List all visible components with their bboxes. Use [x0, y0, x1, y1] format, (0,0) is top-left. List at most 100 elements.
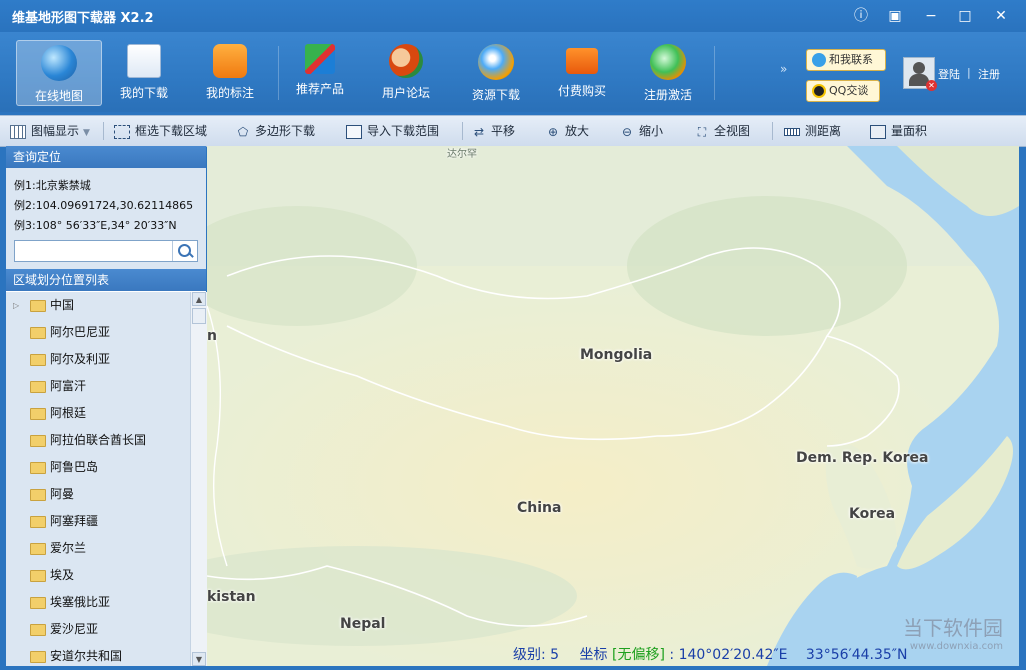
query-example-2: 例2:104.09691724,30.62114865: [14, 199, 194, 212]
avatar-head: [913, 62, 925, 74]
measure-area-button[interactable]: 量面积: [870, 122, 927, 140]
box-select-button[interactable]: 框选下载区域: [114, 122, 207, 140]
cart-icon: [566, 48, 598, 74]
map-view[interactable]: Mongolia China Dem. Rep. Korea Korea Nep…: [207, 146, 1019, 666]
measure-distance-button[interactable]: 测距离: [784, 122, 841, 140]
import-range-button[interactable]: 导入下载范围: [346, 122, 439, 140]
dropdown-arrow-icon: ▼: [83, 128, 90, 138]
tree-item[interactable]: 爱尔兰: [6, 535, 190, 562]
tree-item[interactable]: ▷ 中国: [6, 292, 190, 319]
title-bar: 维基地形图下载器 X2.2 ⓘ ▣ − □ ✕: [0, 0, 1026, 32]
polygon-download-label: 多边形下载: [255, 124, 316, 138]
resource-download-button[interactable]: 资源下载: [454, 40, 538, 104]
map-label-road: 达尔罕: [447, 149, 477, 160]
tree-item[interactable]: 埃及: [6, 562, 190, 589]
tree-item[interactable]: 阿富汗: [6, 373, 190, 400]
register-link[interactable]: 注册: [978, 66, 1000, 82]
my-downloads-button[interactable]: 我的下载: [102, 40, 186, 104]
tree-item-label: 爱尔兰: [50, 541, 87, 555]
my-markers-label: 我的标注: [205, 86, 254, 100]
minimize-button[interactable]: −: [920, 6, 942, 26]
more-chevron-icon[interactable]: »: [780, 62, 787, 76]
purchase-button[interactable]: 付费购买: [540, 40, 624, 104]
account-divider: |: [967, 66, 971, 79]
lock-globe-icon: [650, 44, 686, 80]
tree-item[interactable]: 爱沙尼亚: [6, 616, 190, 643]
user-forum-button[interactable]: 用户论坛: [364, 40, 448, 104]
tree-item[interactable]: 埃塞俄比亚: [6, 589, 190, 616]
tree-item[interactable]: 阿根廷: [6, 400, 190, 427]
qq-chat-label: QQ交谈: [829, 84, 869, 97]
tree-scrollbar[interactable]: ▲ ▼: [190, 292, 207, 666]
level-label: 级别:: [513, 647, 546, 663]
qq-chat-button[interactable]: QQ交谈: [806, 80, 880, 102]
login-link[interactable]: 登陆: [938, 66, 960, 82]
online-map-label: 在线地图: [34, 89, 83, 103]
skin-icon[interactable]: ▣: [884, 6, 906, 26]
scroll-up-arrow-icon[interactable]: ▲: [192, 292, 206, 306]
pan-button[interactable]: ⇄ 平移: [472, 122, 515, 140]
watermark-text: 当下软件园: [903, 616, 1003, 640]
close-button[interactable]: ✕: [990, 6, 1012, 26]
tree-item[interactable]: 安道尔共和国: [6, 643, 190, 666]
tree-item-label: 爱沙尼亚: [50, 622, 99, 636]
green-area: [627, 196, 907, 336]
ruler-icon: [784, 127, 800, 136]
my-markers-button[interactable]: 我的标注: [188, 40, 272, 104]
tree-item-label: 阿鲁巴岛: [50, 460, 99, 474]
tree-item-label: 埃塞俄比亚: [50, 595, 111, 609]
search-button[interactable]: [172, 241, 197, 261]
download-list-icon: [127, 44, 161, 78]
offline-badge-icon: ✕: [926, 80, 937, 91]
zoom-in-icon: ⊕: [547, 124, 559, 139]
search-icon-handle: [188, 252, 194, 258]
toolbar-divider: [462, 122, 463, 140]
avatar[interactable]: ✕: [903, 57, 937, 91]
polygon-download-button[interactable]: ⬠ 多边形下载: [236, 122, 315, 140]
tree-item[interactable]: 阿尔及利亚: [6, 346, 190, 373]
zoom-in-button[interactable]: ⊕ 放大: [546, 122, 589, 140]
map-tools-toolbar: 图幅显示 ▼ 框选下载区域 ⬠ 多边形下载 导入下载范围 ⇄ 平移 ⊕ 放大 ⊖ 缩小 ⛶…: [0, 115, 1026, 147]
toolbar-divider: [103, 122, 104, 140]
zoom-out-button[interactable]: ⊖ 缩小: [620, 122, 663, 140]
toolbar-divider: [772, 122, 773, 140]
folder-icon: [30, 597, 46, 609]
map-canvas: [207, 146, 1019, 666]
contact-icon: [812, 53, 826, 67]
my-downloads-label: 我的下载: [119, 86, 168, 100]
watermark-url: www.downxia.com: [909, 641, 1003, 652]
folder-icon: [30, 462, 46, 474]
import-icon: [346, 124, 362, 139]
scroll-down-arrow-icon[interactable]: ▼: [192, 652, 206, 666]
user-forum-label: 用户论坛: [381, 86, 430, 100]
online-map-button[interactable]: 在线地图: [16, 40, 102, 106]
register-activate-button[interactable]: 注册激活: [626, 40, 710, 104]
zoom-in-label: 放大: [565, 124, 590, 138]
tree-item-label: 阿根廷: [50, 406, 87, 420]
full-view-label: 全视图: [714, 124, 751, 138]
tree-item[interactable]: 阿曼: [6, 481, 190, 508]
no-offset-label: [无偏移]: [612, 647, 665, 663]
tree-item[interactable]: 阿尔巴尼亚: [6, 319, 190, 346]
full-view-button[interactable]: ⛶ 全视图: [695, 122, 750, 140]
expand-arrow-icon[interactable]: ▷: [13, 292, 19, 319]
info-icon[interactable]: ⓘ: [850, 6, 872, 26]
recommended-products-label: 推荐产品: [295, 82, 344, 96]
tree-item[interactable]: 阿拉伯联合酋长国: [6, 427, 190, 454]
map-label-kistan: kistan: [207, 589, 256, 605]
sheet-display-dropdown[interactable]: 图幅显示 ▼: [10, 122, 90, 140]
map-label-dprk: Dem. Rep. Korea: [796, 450, 929, 466]
coord-label: 坐标: [579, 647, 608, 663]
tree-item[interactable]: 阿塞拜疆: [6, 508, 190, 535]
pan-label: 平移: [491, 124, 516, 138]
full-view-icon: ⛶: [697, 124, 707, 139]
query-example-3: 例3:108° 56′33″E,34° 20′33″N: [14, 219, 177, 232]
contact-button[interactable]: 和我联系: [806, 49, 886, 71]
recommended-products-button[interactable]: 推荐产品: [278, 40, 362, 104]
tree-item[interactable]: 阿鲁巴岛: [6, 454, 190, 481]
scroll-thumb[interactable]: [192, 308, 206, 324]
measure-area-label: 量面积: [891, 124, 928, 138]
search-input[interactable]: [15, 241, 173, 259]
folder-icon: [30, 354, 46, 366]
maximize-button[interactable]: □: [954, 6, 976, 26]
